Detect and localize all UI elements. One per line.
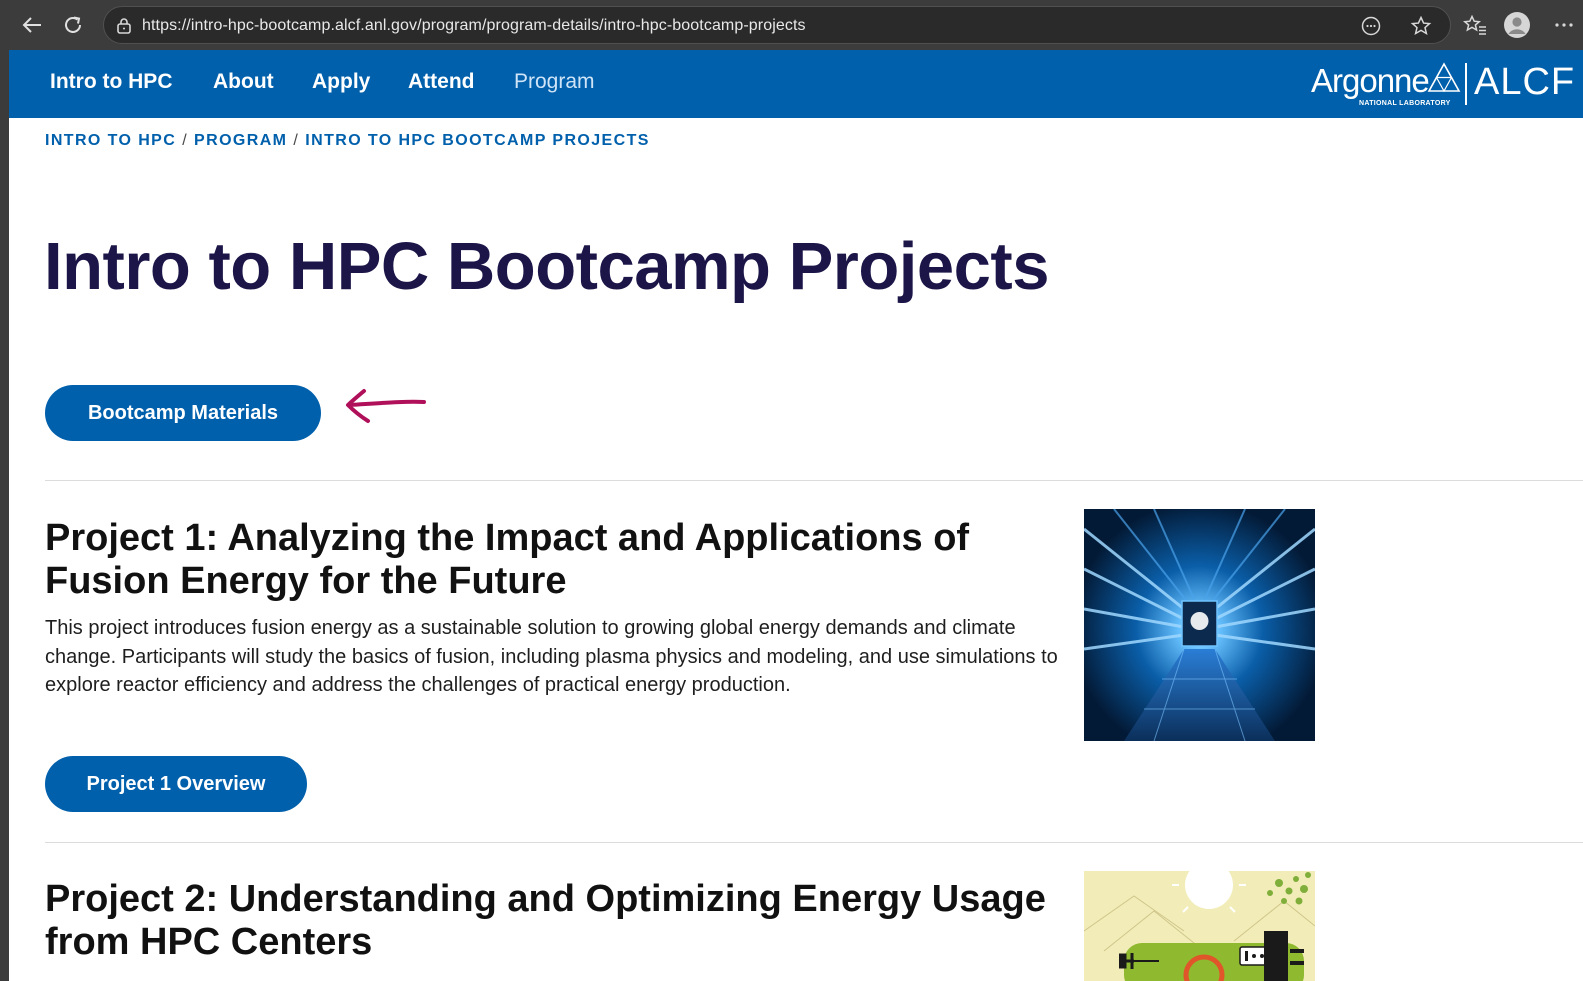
project-2-image [1084,871,1315,981]
project-1-description: This project introduces fusion energy as… [45,617,1058,696]
nav-intro-to-hpc[interactable]: Intro to HPC [50,70,172,94]
breadcrumb-program[interactable]: PROGRAM [194,132,287,149]
address-bar[interactable]: https://intro-hpc-bootcamp.alcf.anl.gov/… [103,6,1451,44]
more-info-icon[interactable] [1360,15,1382,42]
page-title: Intro to HPC Bootcamp Projects [44,229,1049,304]
more-dots-icon [1555,23,1573,27]
project-1-image [1084,509,1315,741]
star-icon[interactable] [1410,15,1432,42]
project-2-title: Project 2: Understanding and Optimizing … [45,878,1046,963]
section-divider [45,842,1583,843]
site-header: Intro to HPC About Apply Attend Program … [9,50,1583,118]
window-edge [0,0,9,981]
nav-apply[interactable]: Apply [312,70,370,94]
breadcrumb-current-page[interactable]: INTRO TO HPC BOOTCAMP PROJECTS [305,132,650,149]
breadcrumb: INTRO TO HPC / PROGRAM / INTRO TO HPC BOOTCA… [45,132,650,150]
alcf-logo[interactable]: ALCF [1474,61,1575,104]
avatar-icon [1504,12,1530,38]
annotation-arrow-icon [346,389,426,423]
breadcrumb-intro-to-hpc[interactable]: INTRO TO HPC [45,132,176,149]
argonne-triangle-icon [1427,62,1461,93]
url-text: https://intro-hpc-bootcamp.alcf.anl.gov/… [142,17,806,34]
refresh-icon [65,16,81,33]
browser-toolbar: https://intro-hpc-bootcamp.alcf.anl.gov/… [9,0,1583,50]
bootcamp-materials-button[interactable]: Bootcamp Materials [45,385,321,441]
back-button[interactable] [17,10,47,40]
site-info-icon[interactable] [116,17,132,40]
nav-about[interactable]: About [213,70,274,94]
project-1-title: Project 1: Analyzing the Impact and Appl… [45,517,970,602]
argonne-logo-text: Argonne [1311,62,1430,99]
refresh-button[interactable] [58,10,88,40]
logo-divider [1465,63,1467,105]
favorites-button[interactable] [1460,10,1490,40]
favorites-icon [1463,14,1486,35]
settings-menu-button[interactable] [1549,10,1579,40]
nav-attend[interactable]: Attend [408,70,475,94]
project-1-overview-button[interactable]: Project 1 Overview [45,756,307,812]
section-divider [45,480,1583,481]
breadcrumb-separator: / [182,132,189,149]
back-arrow-icon [22,17,41,33]
breadcrumb-separator: / [293,132,300,149]
nav-program[interactable]: Program [514,70,595,94]
argonne-logo-subtext: NATIONAL LABORATORY [1359,100,1451,107]
profile-button[interactable] [1502,10,1532,40]
